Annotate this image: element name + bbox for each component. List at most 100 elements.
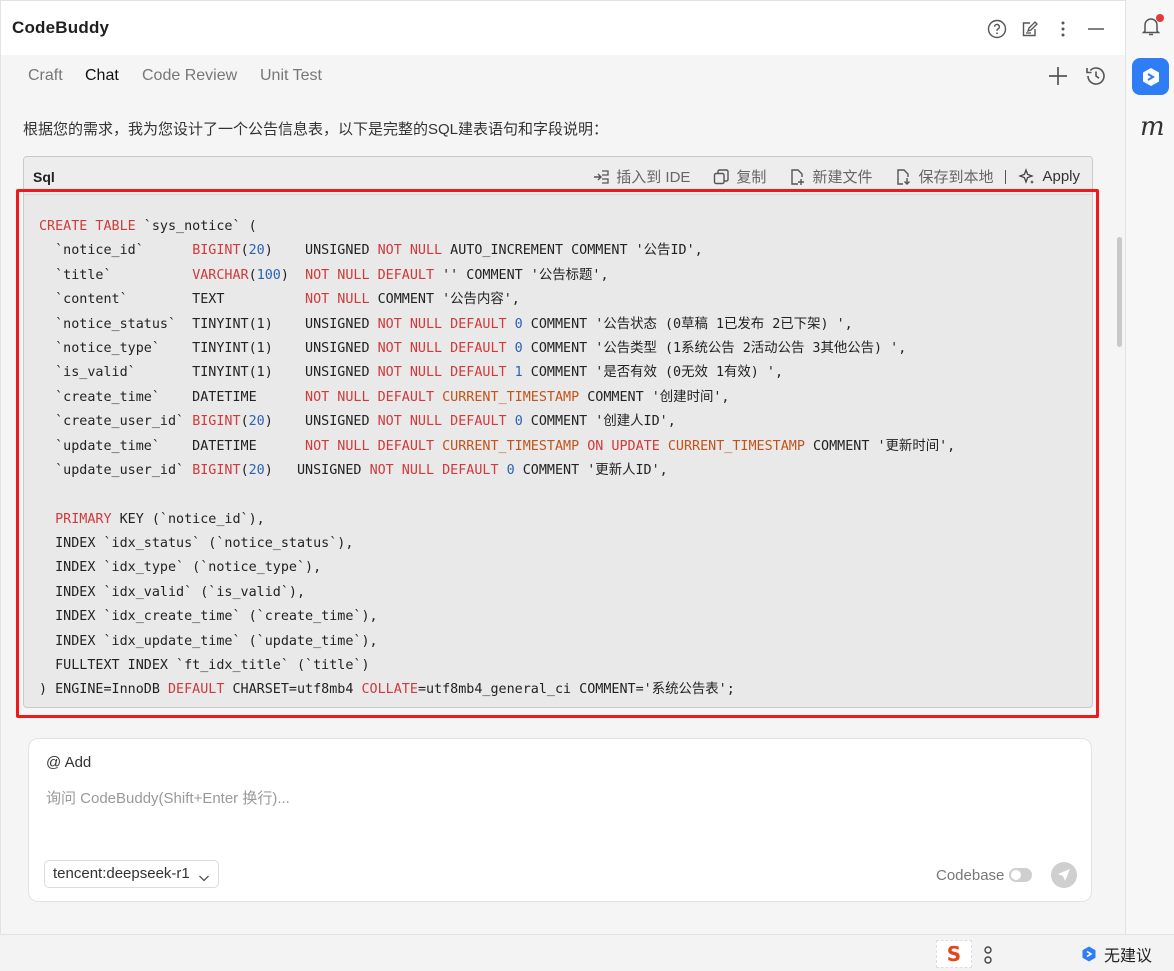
code-token: VARCHAR bbox=[192, 267, 249, 283]
code-token: `notice_type` TINYINT(1) UNSIGNED bbox=[39, 340, 378, 356]
codebuddy-logo-icon[interactable] bbox=[1132, 58, 1169, 95]
main-panel: CodeBuddy Craft Chat Code Review Unit Te… bbox=[0, 0, 1126, 934]
history-icon[interactable] bbox=[1083, 63, 1109, 89]
code-token: INDEX `idx_valid` (`is_valid`), bbox=[39, 584, 306, 600]
code-line: ) ENGINE=InnoDB DEFAULT CHARSET=utf8mb4 … bbox=[39, 678, 1092, 702]
new-file-button[interactable]: 新建文件 bbox=[788, 166, 872, 187]
edit-note-icon[interactable] bbox=[1013, 17, 1046, 41]
tab-bar: Craft Chat Code Review Unit Test bbox=[1, 55, 1126, 101]
code-token: INDEX `idx_type` (`notice_type`), bbox=[39, 560, 322, 576]
code-line: FULLTEXT INDEX `ft_idx_title` (`title`) bbox=[39, 654, 1092, 678]
scrollbar[interactable] bbox=[1117, 237, 1122, 347]
code-token: 1 bbox=[514, 365, 523, 381]
new-file-icon bbox=[791, 168, 805, 185]
m-extension-icon[interactable]: m bbox=[1140, 112, 1165, 142]
app-title: CodeBuddy bbox=[12, 18, 110, 37]
sparkle-icon bbox=[1018, 167, 1035, 184]
codebuddy-small-icon bbox=[1082, 946, 1096, 962]
help-icon[interactable] bbox=[980, 17, 1013, 41]
ime-indicator[interactable]: S bbox=[936, 940, 972, 968]
code-token: NOT NULL bbox=[377, 243, 443, 259]
more-vertical-icon[interactable] bbox=[1046, 17, 1079, 41]
code-token: `update_time` DATETIME bbox=[39, 438, 306, 454]
ime-options-icon[interactable] bbox=[982, 945, 994, 965]
model-select-value: tencent:deepseek-r1 bbox=[53, 865, 190, 882]
model-select[interactable]: tencent:deepseek-r1 bbox=[44, 860, 219, 888]
send-button[interactable] bbox=[1051, 862, 1077, 888]
code-token: 20 bbox=[248, 414, 265, 430]
assistant-message-intro: 根据您的需求，我为您设计了一个公告信息表，以下是完整的SQL建表语句和字段说明： bbox=[23, 121, 609, 138]
apply-button[interactable]: Apply bbox=[1018, 167, 1080, 186]
copy-label: 复制 bbox=[736, 169, 767, 186]
code-line: CREATE TABLE `sys_notice` ( bbox=[39, 215, 1092, 239]
code-token: `title` bbox=[39, 267, 193, 283]
suggestion-label: 无建议 bbox=[1104, 948, 1153, 965]
code-line: `create_time` DATETIME NOT NULL DEFAULT … bbox=[39, 386, 1092, 410]
chat-input[interactable] bbox=[46, 787, 1046, 809]
code-token: INDEX `idx_status` (`notice_status`), bbox=[39, 536, 354, 552]
title-actions bbox=[980, 17, 1112, 41]
save-file-icon bbox=[897, 168, 911, 185]
add-context-button[interactable]: @ Add bbox=[46, 754, 91, 771]
code-token: NOT NULL DEFAULT bbox=[305, 267, 435, 283]
insert-to-ide-label: 插入到 IDE bbox=[616, 169, 691, 186]
send-icon bbox=[1058, 869, 1070, 881]
ime-glyph: S bbox=[946, 942, 962, 966]
code-token: DEFAULT bbox=[168, 682, 225, 698]
suggestion-status[interactable]: 无建议 bbox=[1080, 942, 1152, 966]
code-token: AUTO_INCREMENT COMMENT '公告ID', bbox=[442, 243, 703, 259]
notification-dot bbox=[1156, 14, 1164, 22]
code-line: `update_user_id` BIGINT(20) UNSIGNED NOT… bbox=[39, 459, 1092, 483]
code-block: Sql 插入到 IDE 复制 新建文件 保存到本地 Apply CREATE T… bbox=[23, 156, 1093, 708]
code-line: `update_time` DATETIME NOT NULL DEFAULT … bbox=[39, 435, 1092, 459]
code-language-label: Sql bbox=[33, 169, 55, 185]
tab-unit-test[interactable]: Unit Test bbox=[260, 67, 322, 85]
code-token: BIGINT bbox=[192, 243, 241, 259]
code-token: COMMENT '是否有效 (0无效 1有效) ', bbox=[522, 365, 784, 381]
minimize-icon[interactable] bbox=[1079, 17, 1112, 41]
code-token: ) bbox=[280, 267, 306, 283]
tab-chat[interactable]: Chat bbox=[85, 67, 119, 85]
code-token: NOT NULL DEFAULT bbox=[377, 340, 507, 356]
codebase-toggle[interactable] bbox=[1009, 868, 1032, 882]
codebase-label: Codebase bbox=[936, 867, 1005, 884]
code-token: COMMENT '公告内容', bbox=[369, 292, 520, 308]
code-token: ) UNSIGNED bbox=[264, 462, 370, 478]
code-line: INDEX `idx_status` (`notice_status`), bbox=[39, 532, 1092, 556]
code-token: NOT NULL bbox=[305, 292, 370, 308]
code-toolbar: 插入到 IDE 复制 新建文件 保存到本地 Apply bbox=[592, 166, 1080, 187]
code-token: 20 bbox=[248, 243, 265, 259]
code-line: INDEX `idx_valid` (`is_valid`), bbox=[39, 581, 1092, 605]
tab-craft[interactable]: Craft bbox=[28, 67, 63, 85]
code-token: KEY (`notice_id`), bbox=[111, 511, 265, 527]
code-token: ( bbox=[240, 462, 249, 478]
code-token: PRIMARY bbox=[55, 511, 112, 527]
code-token: COMMENT '创建人ID', bbox=[522, 414, 676, 430]
code-token: =utf8mb4_general_ci COMMENT='系统公告表'; bbox=[417, 682, 735, 698]
code-token: INDEX `idx_create_time` (`create_time`), bbox=[39, 609, 378, 625]
insert-ide-icon bbox=[594, 169, 609, 184]
code-block-header: Sql 插入到 IDE 复制 新建文件 保存到本地 Apply bbox=[24, 157, 1092, 195]
save-local-button[interactable]: 保存到本地 bbox=[894, 166, 993, 187]
code-token: CURRENT_TIMESTAMP bbox=[442, 389, 580, 405]
code-line: INDEX `idx_type` (`notice_type`), bbox=[39, 556, 1092, 580]
copy-button[interactable]: 复制 bbox=[712, 166, 766, 187]
code-token: `create_user_id` bbox=[39, 414, 193, 430]
code-token: NOT NULL DEFAULT bbox=[305, 438, 435, 454]
new-chat-plus-icon[interactable] bbox=[1045, 63, 1071, 89]
code-token: `sys_notice` ( bbox=[135, 219, 257, 234]
code-token: `content` TEXT bbox=[39, 292, 306, 308]
code-token: CHARSET=utf8mb4 bbox=[224, 682, 362, 698]
insert-to-ide-button[interactable]: 插入到 IDE bbox=[592, 166, 690, 187]
code-line: `notice_type` TINYINT(1) UNSIGNED NOT NU… bbox=[39, 337, 1092, 361]
code-line: INDEX `idx_update_time` (`update_time`), bbox=[39, 630, 1092, 654]
code-token: '' COMMENT '公告标题', bbox=[434, 267, 609, 283]
tab-code-review[interactable]: Code Review bbox=[142, 67, 237, 85]
code-line: `create_user_id` BIGINT(20) UNSIGNED NOT… bbox=[39, 410, 1092, 434]
code-token: BIGINT bbox=[192, 462, 241, 478]
code-token: NOT NULL DEFAULT bbox=[377, 316, 507, 332]
